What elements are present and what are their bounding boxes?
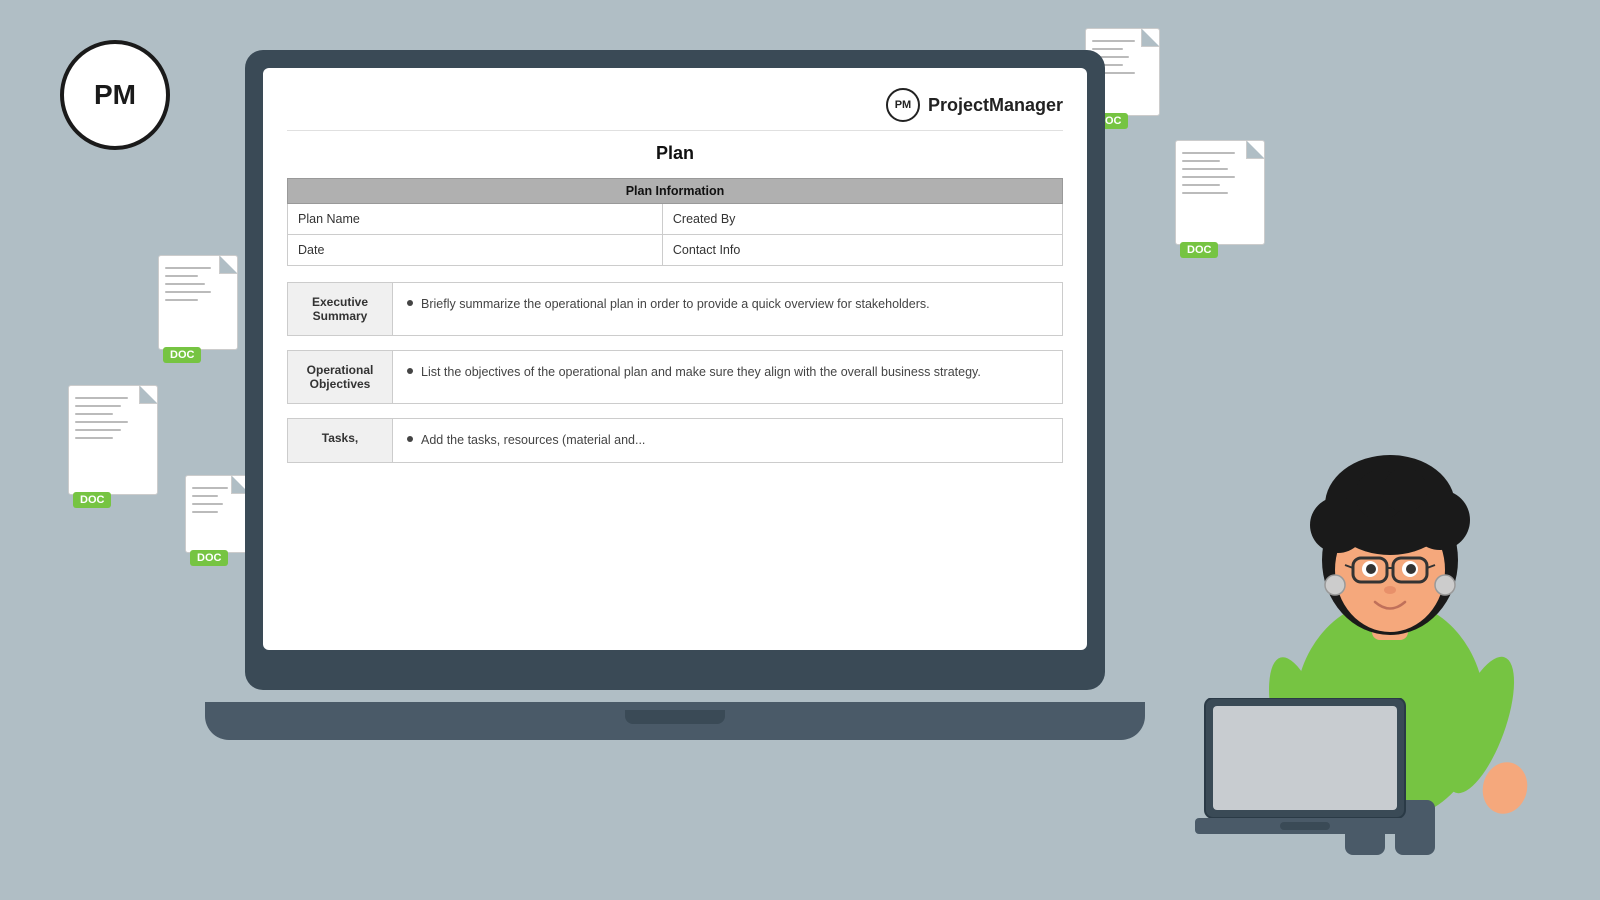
- executive-summary-section: ExecutiveSummary Briefly summarize the o…: [287, 282, 1063, 336]
- doc-float-5: DOC: [185, 475, 250, 555]
- doc-float-4: DOC: [68, 385, 158, 495]
- tasks-label: Tasks,: [288, 419, 393, 463]
- operational-objectives-label: OperationalObjectives: [288, 351, 393, 404]
- plan-name-label: Plan Name: [288, 204, 663, 235]
- executive-summary-content: Briefly summarize the operational plan i…: [393, 283, 1063, 336]
- operational-objectives-section: OperationalObjectives List the objective…: [287, 350, 1063, 404]
- bullet-dot-1: [407, 300, 413, 306]
- bullet-dot-2: [407, 368, 413, 374]
- doc-header: PM ProjectManager: [287, 88, 1063, 131]
- pm-logo: PM: [60, 40, 170, 150]
- plan-info-table: Plan Information Plan Name Created By Da…: [287, 178, 1063, 266]
- pm-brand-name: ProjectManager: [928, 95, 1063, 116]
- operational-objectives-content: List the objectives of the operational p…: [393, 351, 1063, 404]
- executive-summary-label: ExecutiveSummary: [288, 283, 393, 336]
- laptop: PM ProjectManager Plan Plan Information …: [245, 50, 1185, 770]
- doc-float-3: DOC: [158, 255, 238, 350]
- doc-badge-2: DOC: [1180, 242, 1218, 258]
- date-label: Date: [288, 235, 663, 266]
- doc-badge-4: DOC: [73, 492, 111, 508]
- contact-info-label: Contact Info: [662, 235, 1062, 266]
- pm-brand-header: PM ProjectManager: [886, 88, 1063, 122]
- doc-float-2: DOC: [1175, 140, 1265, 245]
- laptop-bezel: PM ProjectManager Plan Plan Information …: [245, 50, 1105, 690]
- laptop-screen: PM ProjectManager Plan Plan Information …: [263, 68, 1087, 650]
- tasks-section: Tasks, Add the tasks, resources (materia…: [287, 418, 1063, 463]
- small-laptop-illustration: [1195, 698, 1435, 848]
- created-by-label: Created By: [662, 204, 1062, 235]
- pm-circle-header: PM: [886, 88, 920, 122]
- laptop-base: [205, 702, 1145, 740]
- plan-info-header: Plan Information: [288, 179, 1063, 204]
- document-content: PM ProjectManager Plan Plan Information …: [263, 68, 1087, 497]
- bullet-dot-3: [407, 436, 413, 442]
- doc-badge-3: DOC: [163, 347, 201, 363]
- tasks-content: Add the tasks, resources (material and..…: [393, 419, 1063, 463]
- document-title: Plan: [287, 143, 1063, 164]
- doc-badge-5: DOC: [190, 550, 228, 566]
